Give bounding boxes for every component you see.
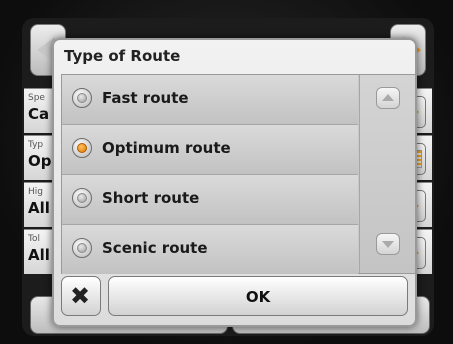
close-icon: ✖ [70,282,91,310]
route-option-label: Optimum route [102,139,231,157]
route-option-label: Fast route [102,89,189,107]
settings-row-caption: Spe [28,93,45,103]
settings-row-value: Ca [28,105,50,123]
radio-icon [72,88,92,108]
scroll-up-button[interactable] [376,87,400,109]
route-option-label: Short route [102,189,200,207]
route-option-fast[interactable]: Fast route [62,75,358,125]
chevron-down-icon [382,241,394,248]
cancel-button[interactable]: ✖ [61,276,101,316]
route-option-label: Scenic route [102,239,208,257]
settings-row-caption: Typ [28,140,44,150]
route-type-dialog: Type of Route Fast route Optimum route S… [52,38,417,327]
list-scrollbar[interactable] [359,75,415,273]
scroll-down-button[interactable] [376,233,400,255]
settings-row-value: Op [28,152,52,170]
settings-row-caption: Hig [28,187,43,197]
radio-icon [72,238,92,258]
route-option-short[interactable]: Short route [62,175,358,225]
settings-row-value: All [28,246,50,264]
route-option-optimum[interactable]: Optimum route [62,125,358,175]
route-option-scenic[interactable]: Scenic route [62,225,358,274]
route-option-list: Fast route Optimum route Short route Sce… [61,74,415,274]
radio-icon [72,188,92,208]
dialog-title: Type of Route [64,47,181,65]
settings-row-caption: Tol [28,234,40,244]
chevron-up-icon [382,94,394,101]
radio-selected-icon [72,138,92,158]
settings-row-value: All [28,199,50,217]
ok-button[interactable]: OK [108,276,408,316]
ok-button-label: OK [245,288,271,306]
